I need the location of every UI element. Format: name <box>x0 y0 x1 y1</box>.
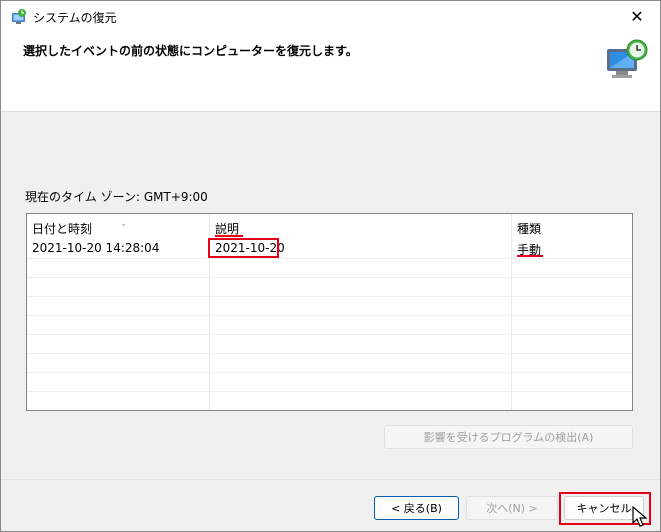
system-restore-icon <box>12 9 26 24</box>
row-separator <box>27 391 632 392</box>
scan-affected-programs-button[interactable]: 影響を受けるプログラムの検出(A) <box>384 425 633 449</box>
row-separator <box>27 334 632 335</box>
highlight-box <box>208 238 279 258</box>
row-type[interactable]: 手動 <box>517 241 541 258</box>
close-icon: ✕ <box>630 6 644 26</box>
highlight-underline <box>215 235 243 237</box>
title-bar: システムの復元 ✕ <box>1 1 660 31</box>
row-separator <box>27 277 632 278</box>
header-panel: 選択したイベントの前の状態にコンピューターを復元します。 <box>1 31 660 112</box>
column-divider <box>511 214 512 410</box>
window-title: システムの復元 <box>33 11 117 25</box>
sort-indicator-icon: ⌄ <box>120 219 128 229</box>
system-restore-window: システムの復元 ✕ 選択したイベントの前の状態にコンピューターを復元します。 現… <box>0 0 661 532</box>
restore-computer-icon <box>607 39 648 78</box>
row-datetime[interactable]: 2021-10-20 14:28:04 <box>32 241 159 255</box>
timezone-label: 現在のタイム ゾーン: GMT+9:00 <box>25 190 208 204</box>
row-separator <box>27 372 632 373</box>
mouse-cursor-icon <box>632 506 648 527</box>
row-separator <box>27 353 632 354</box>
row-separator <box>27 296 632 297</box>
column-header-type[interactable]: 種類 <box>517 220 541 237</box>
back-button[interactable]: < 戻る(B) <box>374 496 459 520</box>
row-separator <box>27 258 632 259</box>
close-button[interactable]: ✕ <box>614 1 660 31</box>
next-button[interactable]: 次へ(N) > <box>466 496 558 520</box>
column-header-datetime[interactable]: 日付と時刻 ⌄ <box>32 219 128 237</box>
footer-separator <box>1 479 660 480</box>
row-separator <box>27 315 632 316</box>
restore-point-list[interactable]: 日付と時刻 ⌄ 説明 種類 2021-10-20 14:28:04 2021-1… <box>26 213 633 411</box>
instruction-text: 選択したイベントの前の状態にコンピューターを復元します。 <box>23 44 358 58</box>
